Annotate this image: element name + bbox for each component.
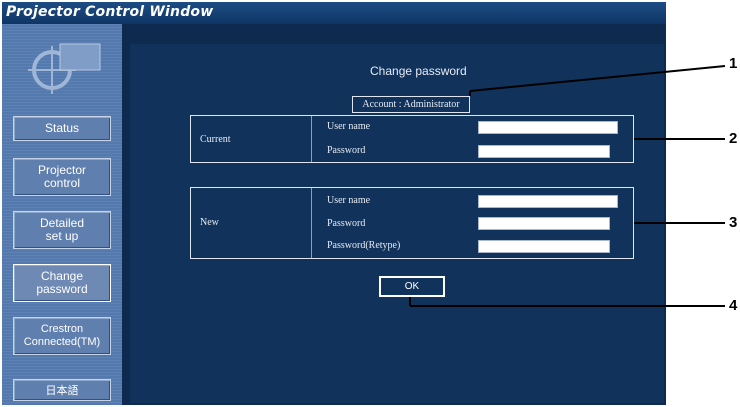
callout-number-1: 1 — [729, 55, 738, 72]
callout-leaders — [409, 65, 726, 307]
callout-number-3: 3 — [729, 214, 738, 231]
callout-number-2: 2 — [729, 130, 738, 147]
callout-number-4: 4 — [729, 297, 738, 314]
callout-leader-4 — [409, 297, 725, 307]
callout-leader-1 — [469, 65, 726, 96]
